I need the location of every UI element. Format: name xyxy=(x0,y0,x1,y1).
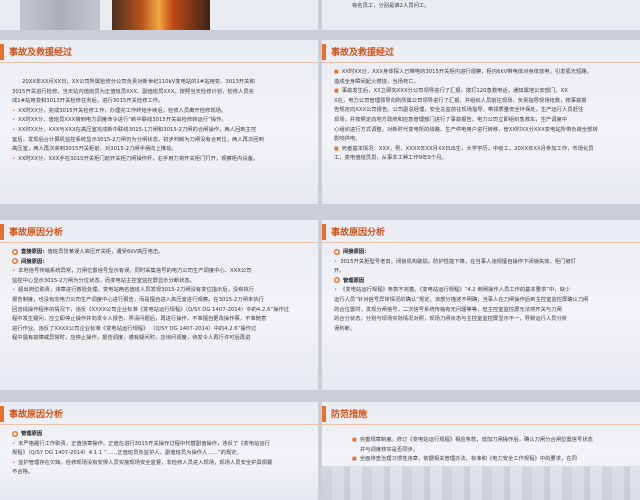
slide-body: ●间接原因： 3015开关柜型号老旧，闭锁机构破损，防护性能下降，在当事人违规擅… xyxy=(334,248,630,386)
title-text: 事故及救援经过 xyxy=(331,48,395,58)
bullet-icon: ● xyxy=(334,248,340,255)
line: 监控中心显示3015-2刀闸为分位状态，而变电站主控室监控屏显示分断状态。 xyxy=(12,277,195,284)
slide-rescue-1: 事故及救援经过 20XX年XX月XX日，XX公司所属检修分公司负责对新世纪110… xyxy=(0,40,318,204)
strip-image-left xyxy=(20,0,100,30)
bullet: 死者基本情况：XXX，男，XXXX年XX月XX日出生，大学学历，中级工，20XX… xyxy=(334,145,630,155)
line: 未严格履行工作职责，正值违章操作。正值在进行3015开关操作过程中代替副值操作，… xyxy=(12,440,308,450)
line: 误判断。 xyxy=(334,325,356,332)
slide-body: 20XX年XX月XX日，XX公司所属检修分公司负责对新世纪110kV变电站的1#… xyxy=(12,78,308,200)
text: 值班员张某误入高压开关柜，遭受6kV高压电击。 xyxy=(47,249,164,255)
fire-image xyxy=(112,0,210,30)
line: 回流线操作程序的情况下，违反《XXXX公司企业标准《变电站运行规程》（Q/SY … xyxy=(12,306,290,313)
para: 成1#站用变和3013开关检修任务后，进行3015开关检修工作。 xyxy=(12,98,164,105)
line: 进行作业。违反了XXXX公司企业标准《变电站运行规程》 （Q/SY DG 140… xyxy=(12,325,257,332)
slide-cause-3: 事故原因分析 ●管理原因 未严格履行工作职责，正值违章操作。正值在进行3015开… xyxy=(0,402,318,500)
slide-body: 完善规章制度。修订《变电站运行规程》相应条款，增加刀闸操作后，确认刀闸分合闸位置… xyxy=(352,436,630,496)
line: 运行人员“针对信号异常情况的确认”规定，该部分描述不明确，当事人在刀闸操作后到主… xyxy=(334,296,589,303)
line: 室后，发现后台计算机监控系统显示3015-2刀闸仍为分闸状态，初步判断为刀闸没有… xyxy=(12,136,264,143)
bullet: 事故发生后，XX立即向XXX分公司领导进行了汇报，拨打120急救电话，通知属地公… xyxy=(334,87,630,97)
slide-title: 事故原因分析 xyxy=(0,220,318,244)
top-right-strip: 有名员工，分别是谁2人员问工。 xyxy=(322,0,640,30)
heading: 间接原因： xyxy=(21,258,48,265)
line: 不合格。 xyxy=(12,469,34,476)
line: 的合分状态，分别与现场实际情况对照，现场刀闸状态与主控室监控屏显示不一，导致运行… xyxy=(334,316,568,323)
line: 并与调度核实是否同步。 xyxy=(360,446,419,453)
title-text: 事故原因分析 xyxy=(331,228,386,238)
line: 全面排查治理习惯性违章，依据相关管理办法、标准和《电力安全工作规程》中的要求，在… xyxy=(352,455,630,465)
line: X在，电力公司管理领导向所所属公司领导进行了汇报，并组织人员前往现场，负责指导现… xyxy=(334,97,587,104)
line: 规程》（Q/SY DG 1407-2014）4.1.1 “……正值班员负监护人，… xyxy=(12,450,242,457)
slide-title: 事故及救援经过 xyxy=(0,40,318,64)
bullet: XX时XX分，XXX手在3015开关柜门前开关柜刀闸操作杆，右手用力将开关柜门打… xyxy=(12,155,308,165)
title-text: 事故原因分析 xyxy=(9,228,64,238)
slide-prevention: 防范措施 完善规章制度。修订《变电站运行规程》相应条款，增加刀闸操作后，确认刀闸… xyxy=(322,402,640,500)
line: 3015开关柜型号老旧，闭锁机构破损，防护性能下降，在当事人违规擅自操作下闭锁失… xyxy=(334,258,630,268)
line: 告规定向XXX公司报告。公司副总经理，安全总监前往现场指导，带领质量安全环保处，… xyxy=(334,107,584,114)
bullet: XX时XX分，XXX与XXX在高压室完成新中联线3015-1刀闸和3015-2刀… xyxy=(12,126,308,136)
line: 造成全身瞬间起火燃烧，当场死亡。 xyxy=(334,78,419,85)
slide-title: 防范措施 xyxy=(322,402,640,426)
bullet: XX时XX分，XXX身体探入已带电的3015开关柜内进行观察，柜内6kV带电体对… xyxy=(334,68,630,78)
slide-title: 事故原因分析 xyxy=(0,402,318,426)
top-right-text: 有名员工，分别是谁2人员问工。 xyxy=(352,3,430,9)
title-text: 防范措施 xyxy=(331,410,368,420)
line: 高压室，两人再次来到3015开关柜前，对3015-2刀闸手柄向上推动。 xyxy=(12,146,177,153)
line: 报告制度，也没有向电力公司生产调度中心进行报告，而是擅自进入高压室进行观察。在3… xyxy=(12,296,264,303)
line: 工，变电值班员员，从事本工种工作9年9个月。 xyxy=(334,155,447,162)
slide-title: 事故及救援经过 xyxy=(322,40,640,64)
para: 20XX年XX月XX日，XX公司所属检修分公司负责对新世纪110kV变电站的1#… xyxy=(22,79,255,85)
top-left-strip xyxy=(0,0,318,30)
slide-cause-1: 事故原因分析 ● 直接原因：值班员张某误入高压开关柜，遭受6kV高压电击。 ● 间接… xyxy=(0,220,318,390)
bullet-icon: ● xyxy=(12,430,18,437)
slide-title: 事故原因分析 xyxy=(322,220,640,244)
line: 心组织进行方式调整，对新时代变电所的线路、生产供电用户进行转移，管XX时XX分X… xyxy=(334,126,598,133)
slide-body: ●管理原因 未严格履行工作职责，正值违章操作。正值在进行3015开关操作过程中代… xyxy=(12,430,308,496)
heading: 管理原因 xyxy=(21,431,43,437)
line: 完善规章制度。修订《变电站运行规程》相应条款，增加刀闸操作后，确认刀闸分合闸位置… xyxy=(352,436,630,446)
line: 超出岗位职责，违章进行救险处理。变电站两名值班人员发现3015-2刀闸没有变位指… xyxy=(12,286,308,296)
line: 监护管理存在欠缺，检修现场没有安排人员实施现场安全监督，非检修人员进入现场，现场… xyxy=(12,459,308,469)
title-text: 事故原因分析 xyxy=(9,410,64,420)
bullet: XX时XX分，完成3015开关检修工作，办理完工作终结手续后，检修人员离开检修现… xyxy=(12,107,308,117)
slide-rescue-2: 事故及救援经过 XX时XX分，XXX身体探入已带电的3015开关柜内进行观察，柜… xyxy=(322,40,640,204)
line: 的合位置时，发现分闸信号，二次信号系统传输有无问题等等，但主控室监控屏无法将开关… xyxy=(334,306,562,313)
line: 现场，并按照定向地方政府和应急管理部门进行了事故报告。电力公司立即组织急救车，生… xyxy=(334,116,568,123)
line: 程中发生疑问，应立即停止操作并向发令人报告，弄清问题后，再进行操作，不准擅自更改… xyxy=(12,316,267,323)
bullet: XX时XX分，值班员XXX接到电力调度命令进行“新中联线3015开关由检修转运行… xyxy=(12,116,308,126)
line: 《变电站运行规程》条款不完善。《变电站运行规程》“4.2 倒闸操作人员工作的基本… xyxy=(334,286,630,296)
line: 影响供电。 xyxy=(334,136,361,143)
bullet-icon: ● xyxy=(12,258,18,265)
slide-body: XX时XX分，XXX身体探入已带电的3015开关柜内进行观察，柜内6kV带电体对… xyxy=(334,68,630,200)
line: 本地信号传输系统异常，刀闸位置信号显示有误。同时采集信号的电力公司生产调度中心、… xyxy=(12,267,308,277)
line: 开。 xyxy=(334,268,345,275)
slide-cause-2: 事故原因分析 ●间接原因： 3015开关柜型号老旧，闭锁机构破损，防护性能下降，… xyxy=(322,220,640,390)
slide-body: ●直接原因：值班员张某误入高压开关柜，遭受6kV高压电击。 ●间接原因： 本地信… xyxy=(12,248,308,386)
heading: 管理原因 xyxy=(343,277,365,284)
heading: 间接原因： xyxy=(343,249,370,255)
line: 程中遇有故障或异常时，应停止操作，报告调度，遵有疑问时，应询问调度，待发令人再行… xyxy=(12,335,251,342)
bullet-icon: ● xyxy=(12,248,18,255)
heading: 直接原因： xyxy=(21,249,48,255)
title-text: 事故及救援经过 xyxy=(9,48,73,58)
para: 3015开关进行检修。当天站内值班员为正值班员XXX、副值班员XXX。按照当天检… xyxy=(12,88,254,95)
bullet-icon: ● xyxy=(334,277,340,284)
